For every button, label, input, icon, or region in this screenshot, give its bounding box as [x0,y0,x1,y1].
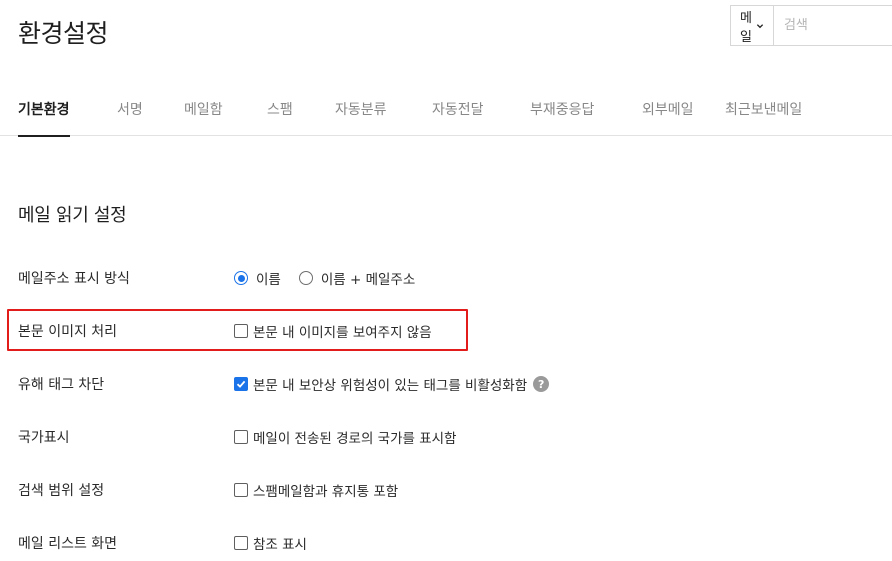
block-harmful-tags-checkbox[interactable] [234,377,248,391]
mail-list-option: 참조 표시 [234,531,307,555]
setting-row-mail-list: 메일 리스트 화면 참조 표시 [18,531,878,555]
tab-away-reply[interactable]: 부재중응답 [530,99,594,119]
section-title: 메일 읽기 설정 [18,205,127,226]
setting-label: 유해 태그 차단 [18,377,105,393]
tab-auto-forward[interactable]: 자동전달 [432,99,484,119]
search-scope-value: 메일 [740,10,752,45]
search-scope-option: 스팸메일함과 휴지통 포함 [234,478,398,502]
setting-row-image-handling: 본문 이미지 처리 본문 내 이미지를 보여주지 않음 [18,319,878,343]
radio-name-only[interactable] [234,271,248,285]
tab-mailbox[interactable]: 메일함 [184,99,223,119]
checkmark-icon [236,380,246,388]
image-handling-option: 본문 내 이미지를 보여주지 않음 [234,319,432,343]
checkbox-label: 본문 내 보안상 위험성이 있는 태그를 비활성화함 [253,378,528,394]
radio-label: 이름 [256,272,281,288]
show-cc-checkbox[interactable] [234,536,248,550]
setting-label: 메일주소 표시 방식 [18,271,130,287]
radio-name-and-address[interactable] [298,271,313,285]
setting-row-country: 국가표시 메일이 전송된 경로의 국가를 표시함 [18,425,878,449]
search-bar: 메일 [730,5,892,46]
tab-signature[interactable]: 서명 [117,99,143,119]
setting-label: 본문 이미지 처리 [18,324,118,340]
setting-row-harmful-tags: 유해 태그 차단 본문 내 보안상 위험성이 있는 태그를 비활성화함 ? [18,372,878,396]
show-country-checkbox[interactable] [234,430,248,444]
checkbox-label: 참조 표시 [253,537,307,553]
search-scope-select[interactable]: 메일 [731,6,774,45]
checkbox-label: 메일이 전송된 경로의 국가를 표시함 [253,431,457,447]
setting-label: 국가표시 [18,430,70,446]
tab-spam[interactable]: 스팸 [267,99,293,119]
checkbox-label: 스팸메일함과 휴지통 포함 [253,484,399,500]
hide-images-checkbox[interactable] [234,324,248,338]
settings-page: 환경설정 메일 기본환경 서명 메일함 스팸 자동분류 자동전달 부재중응답 외… [0,0,892,561]
tab-basic[interactable]: 기본환경 [18,99,70,137]
setting-row-address-display: 메일주소 표시 방식 이름 이름 + 메일주소 [18,266,878,290]
include-spam-trash-checkbox[interactable] [234,483,248,497]
search-input[interactable] [773,6,892,45]
setting-label: 검색 범위 설정 [18,483,105,499]
radio-label: 이름 + 메일주소 [320,272,416,288]
chevron-down-icon [756,23,764,28]
country-option: 메일이 전송된 경로의 국가를 표시함 [234,425,456,449]
settings-tabs: 기본환경 서명 메일함 스팸 자동분류 자동전달 부재중응답 외부메일 최근보낸… [0,88,892,137]
tab-auto-sort[interactable]: 자동분류 [335,99,387,119]
setting-label: 메일 리스트 화면 [18,536,118,552]
page-title: 환경설정 [18,19,109,48]
tab-recent-sent[interactable]: 최근보낸메일 [725,99,802,119]
address-display-options: 이름 이름 + 메일주소 [234,266,433,290]
setting-row-search-scope: 검색 범위 설정 스팸메일함과 휴지통 포함 [18,478,878,502]
harmful-tags-option: 본문 내 보안상 위험성이 있는 태그를 비활성화함 ? [234,372,550,396]
tab-external-mail[interactable]: 외부메일 [642,99,694,119]
help-icon[interactable]: ? [533,376,550,392]
checkbox-label: 본문 내 이미지를 보여주지 않음 [253,325,432,341]
